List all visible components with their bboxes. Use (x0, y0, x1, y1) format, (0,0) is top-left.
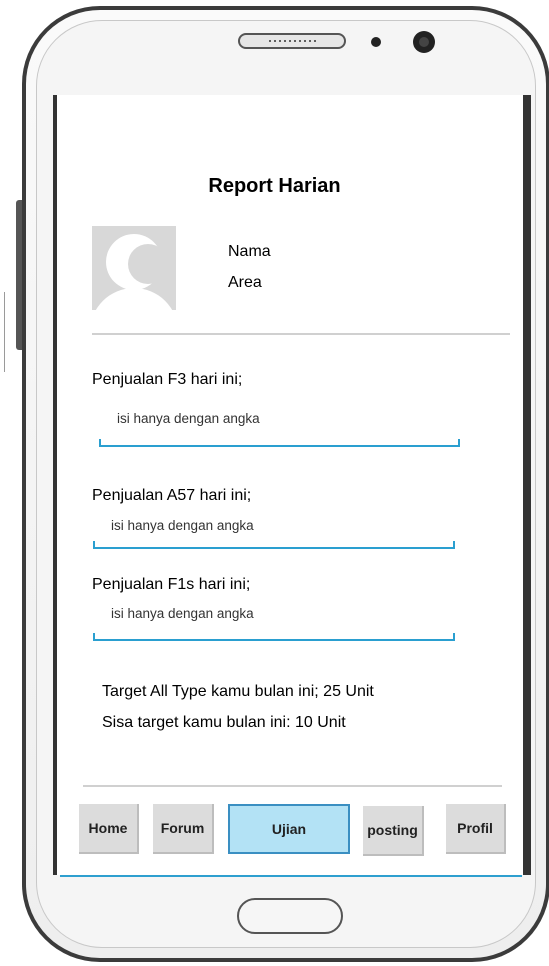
field-label-f1s: Penjualan F1s hari ini; (92, 576, 251, 593)
profile-divider (92, 333, 510, 335)
input-a57[interactable] (93, 541, 455, 549)
nav-home-button[interactable]: Home (79, 804, 139, 854)
page-title: Report Harian (208, 175, 341, 197)
screen-bottom-line (60, 875, 522, 877)
input-f3[interactable] (99, 439, 460, 447)
input-f3-placeholder[interactable]: isi hanya dengan angka (117, 411, 260, 426)
nav-profil-button[interactable]: Profil (446, 804, 506, 854)
field-label-a57: Penjualan A57 hari ini; (92, 487, 252, 504)
nav-posting-button[interactable]: posting (363, 806, 424, 856)
nav-forum-button[interactable]: Forum (153, 804, 214, 854)
remaining-target-text: Sisa target kamu bulan ini: 10 Unit (102, 714, 346, 731)
nav-ujian-button[interactable]: Ujian (228, 804, 350, 854)
phone-screen (53, 95, 531, 875)
phone-home-button[interactable] (237, 898, 343, 934)
target-text: Target All Type kamu bulan ini; 25 Unit (102, 683, 374, 700)
input-f1s-placeholder[interactable]: isi hanya dengan angka (111, 606, 254, 621)
sensor-dot (371, 37, 381, 47)
nav-divider (83, 785, 502, 787)
speaker-grille (238, 33, 346, 49)
profile-area: Area (228, 274, 262, 291)
frame-edge-line (4, 292, 5, 372)
front-camera (413, 31, 435, 53)
field-label-f3: Penjualan F3 hari ini; (92, 371, 243, 388)
input-a57-placeholder[interactable]: isi hanya dengan angka (111, 518, 254, 533)
input-f1s[interactable] (93, 633, 455, 641)
avatar (92, 226, 176, 310)
profile-name: Nama (228, 243, 271, 260)
